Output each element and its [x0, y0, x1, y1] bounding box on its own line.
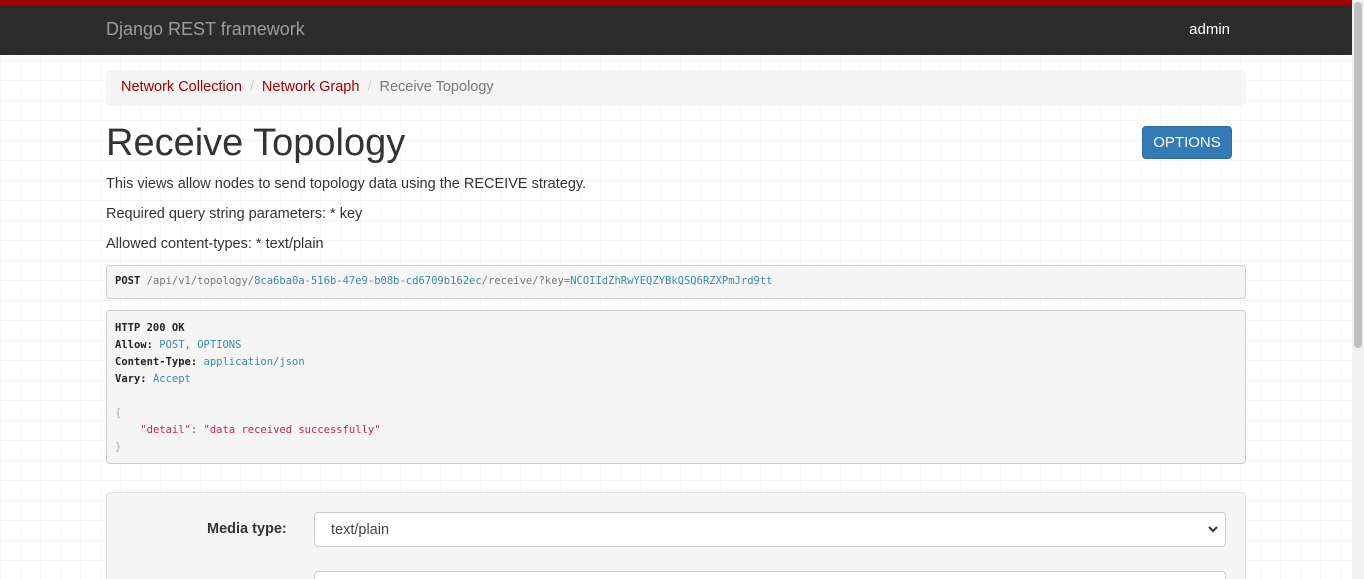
breadcrumb-separator: /: [367, 79, 372, 95]
media-type-label: Media type:: [207, 521, 287, 537]
page-title: Receive Topology: [106, 122, 406, 164]
response-header-value: Accept: [152, 373, 191, 385]
description-query-params: Required query string parameters: * key: [106, 206, 363, 222]
response-header-key: Vary:: [115, 373, 147, 385]
response-info: HTTP 200 OK Allow: POST, OPTIONS Content…: [106, 310, 1246, 464]
content-textarea[interactable]: [314, 571, 1226, 579]
options-button[interactable]: OPTIONS: [1142, 126, 1232, 159]
chevron-down-icon: [1207, 522, 1219, 540]
media-type-select[interactable]: text/plain: [314, 512, 1226, 547]
request-method: POST: [115, 275, 141, 287]
description-content-types: Allowed content-types: * text/plain: [106, 236, 324, 252]
request-path-prefix: /api/v1/topology/: [146, 275, 255, 287]
media-type-selected: text/plain: [331, 522, 390, 538]
request-path-suffix: /receive/?key=: [481, 275, 571, 287]
json-open-brace: {: [115, 407, 122, 419]
request-key-value: NCOIIdZhRwYEQZYBkQSQ6RZXPmJrd9tt: [570, 275, 773, 287]
breadcrumb: Network Collection / Network Graph / Receive…: [106, 70, 1246, 106]
response-header-value: POST, OPTIONS: [159, 339, 242, 351]
scrollbar-thumb[interactable]: [1354, 2, 1362, 348]
request-uuid: 8ca6ba0a-516b-47e9-b08b-cd6709b162ec: [254, 275, 482, 287]
breadcrumb-current: Receive Topology: [379, 79, 494, 95]
json-colon: :: [190, 424, 204, 436]
response-status: HTTP 200 OK: [115, 322, 185, 334]
json-close-brace: }: [115, 441, 122, 453]
navbar: Django REST framework admin: [0, 5, 1352, 55]
request-info: POST /api/v1/topology/8ca6ba0a-516b-47e9…: [106, 265, 1246, 299]
brand-link[interactable]: Django REST framework: [106, 19, 305, 40]
json-value: "data received successfully": [203, 424, 381, 436]
breadcrumb-network-collection[interactable]: Network Collection: [121, 79, 242, 95]
response-header-key: Allow:: [115, 339, 153, 351]
breadcrumb-network-graph[interactable]: Network Graph: [262, 79, 360, 95]
page-scrollbar[interactable]: [1352, 0, 1364, 579]
response-header-value: application/json: [203, 356, 305, 368]
breadcrumb-separator: /: [249, 79, 254, 95]
content-form-panel: Media type: text/plain: [106, 492, 1246, 579]
json-key: "detail": [140, 424, 191, 436]
response-header-key: Content-Type:: [115, 356, 198, 368]
description-strategy: This views allow nodes to send topology …: [106, 176, 587, 192]
user-menu[interactable]: admin: [1189, 21, 1230, 38]
